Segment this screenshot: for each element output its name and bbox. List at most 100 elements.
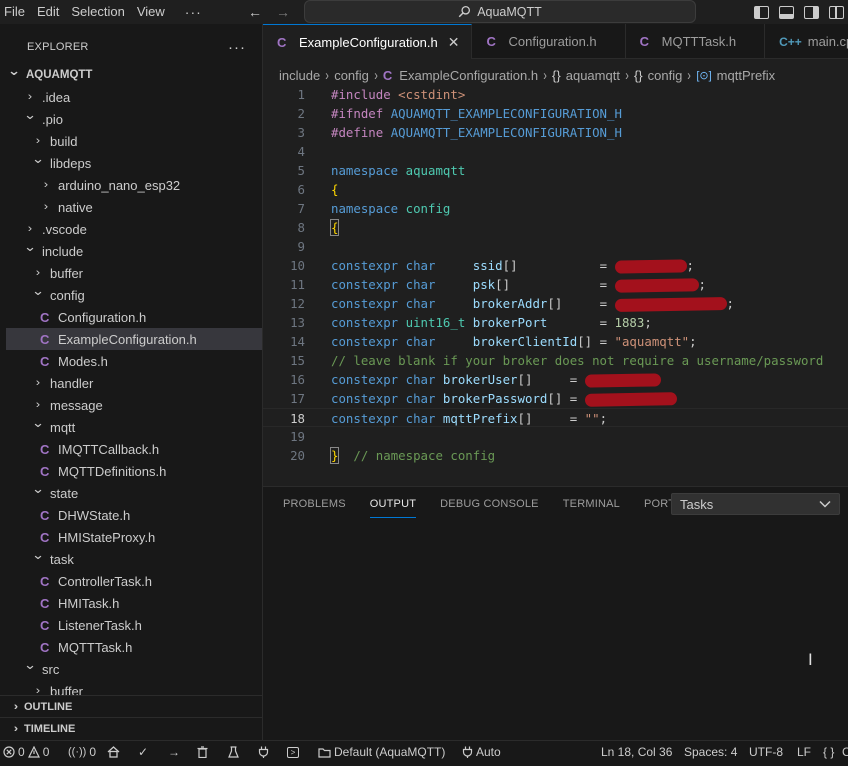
trash-icon <box>197 746 208 758</box>
language-mode-status[interactable]: { } <box>823 741 834 763</box>
build-button[interactable]: ✓ <box>138 741 148 763</box>
output-channel-select[interactable]: Tasks <box>671 493 840 515</box>
test-button[interactable] <box>228 741 239 763</box>
breadcrumb-item[interactable]: include <box>279 68 320 83</box>
cursor-position[interactable]: Ln 18, Col 36 <box>601 741 672 763</box>
folder-item[interactable]: › buffer <box>6 262 262 284</box>
folder-item[interactable]: › .vscode <box>6 218 262 240</box>
redaction-mark <box>614 278 699 293</box>
project-environment-switcher[interactable]: Default (AquaMQTT) <box>318 741 445 763</box>
menu-edit[interactable]: Edit <box>31 0 65 24</box>
tab-configuration[interactable]: C Configuration.h <box>472 24 626 59</box>
menu-view[interactable]: View <box>131 0 171 24</box>
menu-file[interactable]: File <box>0 0 31 24</box>
folder-item[interactable]: › arduino_nano_esp32 <box>6 174 262 196</box>
clean-button[interactable] <box>197 741 208 763</box>
close-icon[interactable]: ✕ <box>448 34 460 51</box>
breadcrumb: include › config › C ExampleConfiguratio… <box>279 66 775 84</box>
code-text: constexpr char psk[] = ; <box>331 275 706 294</box>
file-item[interactable]: C MQTTTask.h <box>6 636 262 658</box>
forward-arrow-icon[interactable]: → <box>276 4 290 20</box>
code-line: 17 constexpr char brokerPassword[] = <box>263 389 848 408</box>
breadcrumb-item[interactable]: aquamqtt <box>566 68 620 83</box>
breadcrumb-item[interactable]: mqttPrefix <box>717 68 776 83</box>
port-switcher[interactable]: Auto <box>462 741 501 763</box>
platformio-home-button[interactable] <box>107 741 120 763</box>
notifications-icon[interactable]: C <box>842 741 848 763</box>
command-center-search[interactable]: AquaMQTT <box>304 0 696 23</box>
problems-status[interactable]: 0 0 <box>3 741 49 763</box>
upload-button[interactable]: → <box>168 741 180 763</box>
file-item[interactable]: C Configuration.h <box>6 306 262 328</box>
toggle-secondary-sidebar-icon[interactable] <box>804 5 819 19</box>
redaction-mark <box>614 297 727 312</box>
breadcrumb-item[interactable]: config <box>334 68 369 83</box>
file-item[interactable]: C ExampleConfiguration.h <box>6 328 262 350</box>
file-item[interactable]: C ControllerTask.h <box>6 570 262 592</box>
explorer-more-icon[interactable]: ··· <box>228 39 246 56</box>
code-editor[interactable]: 1 #include <cstdint> 2 #ifndef AQUAMQTT_EXA… <box>263 85 848 475</box>
file-item[interactable]: C Modes.h <box>6 350 262 372</box>
code-line: 13 constexpr uint16_t brokerPort = 1883; <box>263 313 848 332</box>
tab-main-cpp[interactable]: C++ main.cpp <box>765 24 848 59</box>
checkmark-icon: ✓ <box>138 745 149 759</box>
tree-item-label: buffer <box>50 265 84 281</box>
folder-item[interactable]: › native <box>6 196 262 218</box>
encoding-status[interactable]: UTF-8 <box>749 741 783 763</box>
folder-item[interactable]: › handler <box>6 372 262 394</box>
code-token: [] <box>517 372 533 387</box>
redaction-mark <box>584 392 677 407</box>
breadcrumb-item[interactable]: config <box>648 68 683 83</box>
toggle-panel-icon[interactable] <box>779 5 794 19</box>
tab-debug-console[interactable]: DEBUG CONSOLE <box>440 496 539 518</box>
folder-item[interactable]: ⌄ config <box>6 283 262 306</box>
code-text: constexpr char brokerUser[] = <box>331 370 661 389</box>
code-token: [] = <box>547 391 585 406</box>
tab-exampleconfiguration[interactable]: C ExampleConfiguration.h ✕ <box>263 24 473 59</box>
menu-more-icon[interactable]: ··· <box>171 0 212 24</box>
file-item[interactable]: C DHWState.h <box>6 504 262 526</box>
file-item[interactable]: C IMQTTCallback.h <box>6 438 262 460</box>
indentation-status[interactable]: Spaces: 4 <box>684 741 737 763</box>
folder-item[interactable]: ⌄ include <box>6 239 262 262</box>
tab-output[interactable]: OUTPUT <box>369 496 417 518</box>
folder-item[interactable]: › message <box>6 394 262 416</box>
folder-item[interactable]: › build <box>6 130 262 152</box>
folder-item[interactable]: ⌄ libdeps <box>6 151 262 174</box>
chevron-right-icon: › <box>35 135 41 147</box>
file-item[interactable]: C HMITask.h <box>6 592 262 614</box>
code-token: = <box>517 258 615 273</box>
folder-item[interactable]: › .idea <box>6 86 262 108</box>
file-item[interactable]: C ListenerTask.h <box>6 614 262 636</box>
c-file-icon: C <box>40 463 50 479</box>
new-terminal-button[interactable]: > <box>287 741 299 763</box>
timeline-section[interactable]: › TIMELINE <box>0 717 262 739</box>
tab-label: main.cpp <box>807 34 848 49</box>
folder-item[interactable]: ⌄ .pio <box>6 107 262 130</box>
tab-problems[interactable]: PROBLEMS <box>283 496 346 518</box>
file-item[interactable]: C MQTTDefinitions.h <box>6 460 262 482</box>
folder-item[interactable]: ⌄ task <box>6 547 262 570</box>
code-line: 3 #define AQUAMQTT_EXAMPLECONFIGURATION_H <box>263 123 848 142</box>
line-number: 16 <box>290 372 305 387</box>
code-text: { <box>331 180 338 199</box>
tab-terminal[interactable]: TERMINAL <box>563 496 620 518</box>
folder-item[interactable]: ⌄ state <box>6 481 262 504</box>
breadcrumb-item[interactable]: ExampleConfiguration.h <box>399 68 538 83</box>
tab-mqtttask[interactable]: C MQTTTask.h <box>626 24 766 59</box>
customize-layout-icon[interactable] <box>829 5 844 19</box>
folder-item[interactable]: ⌄ mqtt <box>6 415 262 438</box>
menu-selection[interactable]: Selection <box>65 0 130 24</box>
outline-section[interactable]: › OUTLINE <box>0 695 262 717</box>
toggle-primary-sidebar-icon[interactable] <box>754 5 769 19</box>
serial-monitor-button[interactable] <box>258 741 269 763</box>
file-item[interactable]: C HMIStateProxy.h <box>6 526 262 548</box>
ports-status[interactable]: ((·)) 0 <box>68 741 96 763</box>
folder-item[interactable]: ⌄ src <box>6 657 262 680</box>
back-arrow-icon[interactable]: ← <box>248 4 262 20</box>
eol-status[interactable]: LF <box>797 741 811 763</box>
workspace-root[interactable]: ⌄ AQUAMQTT <box>6 63 262 86</box>
